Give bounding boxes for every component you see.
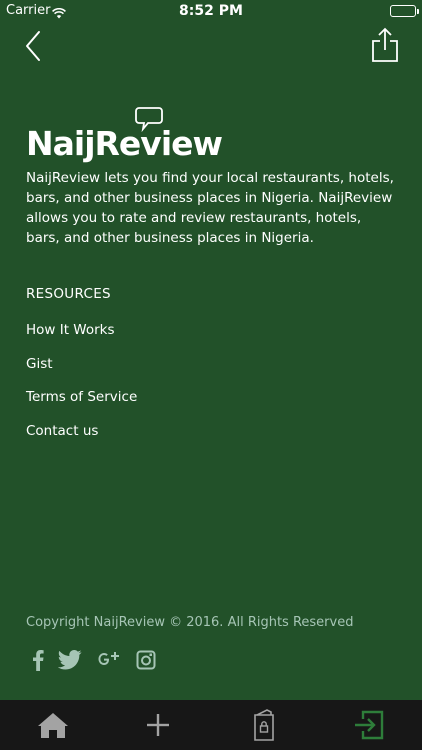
sign-in-icon xyxy=(355,710,384,740)
google-plus-icon[interactable] xyxy=(96,649,122,675)
app-logo: NaijReview xyxy=(26,106,223,164)
home-icon xyxy=(37,713,68,738)
link-contact-us[interactable]: Contact us xyxy=(26,423,137,457)
instagram-icon[interactable] xyxy=(136,650,156,674)
clock: 8:52 PM xyxy=(179,3,243,19)
tab-bar xyxy=(0,700,422,750)
social-links xyxy=(32,650,170,674)
locked-book-icon xyxy=(253,709,274,741)
tab-home[interactable] xyxy=(0,700,106,750)
speech-bubble-icon xyxy=(134,106,164,136)
link-how-it-works[interactable]: How It Works xyxy=(26,322,137,356)
battery-icon xyxy=(390,5,416,17)
share-button[interactable] xyxy=(370,26,400,64)
intro-paragraph: NaijReview lets you find your local rest… xyxy=(26,170,394,246)
chevron-left-icon xyxy=(26,31,40,61)
twitter-icon[interactable] xyxy=(57,650,82,674)
back-button[interactable] xyxy=(20,28,48,64)
copyright-text: Copyright NaijReview © 2016. All Rights … xyxy=(26,615,354,630)
resources-heading: RESOURCES xyxy=(26,286,111,302)
plus-icon xyxy=(147,714,170,736)
share-icon xyxy=(372,27,398,62)
logo-text: NaijReview xyxy=(26,124,223,163)
link-terms-of-service[interactable]: Terms of Service xyxy=(26,389,137,423)
tab-secure-book[interactable] xyxy=(211,700,317,750)
facebook-icon[interactable] xyxy=(32,649,44,675)
link-gist[interactable]: Gist xyxy=(26,356,137,390)
status-bar: Carrier 8:52 PM xyxy=(0,0,422,22)
resources-list: How It Works Gist Terms of Service Conta… xyxy=(26,322,137,456)
tab-sign-in[interactable] xyxy=(317,700,422,750)
battery-tip xyxy=(417,9,419,14)
tab-add[interactable] xyxy=(106,700,212,750)
